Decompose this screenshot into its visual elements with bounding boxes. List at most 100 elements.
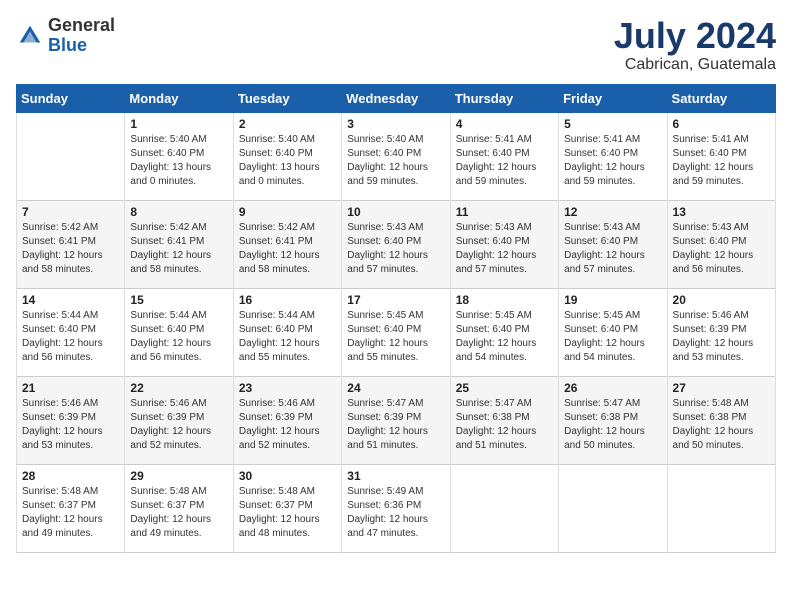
- day-info: Sunrise: 5:40 AMSunset: 6:40 PMDaylight:…: [239, 133, 336, 189]
- weekday-header: Saturday: [667, 84, 775, 112]
- day-info: Sunrise: 5:41 AMSunset: 6:40 PMDaylight:…: [673, 133, 770, 189]
- calendar-week-row: 14 Sunrise: 5:44 AMSunset: 6:40 PMDayligh…: [17, 288, 776, 376]
- day-number: 14: [22, 293, 119, 307]
- day-number: 18: [456, 293, 553, 307]
- calendar-cell: [667, 464, 775, 552]
- calendar-week-row: 28 Sunrise: 5:48 AMSunset: 6:37 PMDayligh…: [17, 464, 776, 552]
- day-number: 28: [22, 469, 119, 483]
- calendar-cell: 12 Sunrise: 5:43 AMSunset: 6:40 PMDayligh…: [559, 200, 667, 288]
- day-info: Sunrise: 5:43 AMSunset: 6:40 PMDaylight:…: [564, 221, 661, 277]
- day-info: Sunrise: 5:48 AMSunset: 6:37 PMDaylight:…: [239, 485, 336, 541]
- day-info: Sunrise: 5:41 AMSunset: 6:40 PMDaylight:…: [456, 133, 553, 189]
- weekday-header: Sunday: [17, 84, 125, 112]
- logo: General Blue: [16, 16, 115, 56]
- day-number: 4: [456, 117, 553, 131]
- day-info: Sunrise: 5:47 AMSunset: 6:39 PMDaylight:…: [347, 397, 444, 453]
- day-info: Sunrise: 5:47 AMSunset: 6:38 PMDaylight:…: [456, 397, 553, 453]
- day-number: 6: [673, 117, 770, 131]
- calendar-cell: 25 Sunrise: 5:47 AMSunset: 6:38 PMDayligh…: [450, 376, 558, 464]
- day-number: 29: [130, 469, 227, 483]
- calendar-cell: [450, 464, 558, 552]
- logo-text: General Blue: [48, 16, 115, 56]
- calendar-cell: 26Sunrise: 5:47 AMSunset: 6:38 PMDayligh…: [559, 376, 667, 464]
- day-number: 30: [239, 469, 336, 483]
- logo-icon: [16, 22, 44, 50]
- calendar-cell: 11 Sunrise: 5:43 AMSunset: 6:40 PMDayligh…: [450, 200, 558, 288]
- calendar-cell: 22 Sunrise: 5:46 AMSunset: 6:39 PMDayligh…: [125, 376, 233, 464]
- day-number: 20: [673, 293, 770, 307]
- calendar-week-row: 21 Sunrise: 5:46 AMSunset: 6:39 PMDayligh…: [17, 376, 776, 464]
- calendar-cell: 27 Sunrise: 5:48 AMSunset: 6:38 PMDayligh…: [667, 376, 775, 464]
- day-number: 24: [347, 381, 444, 395]
- day-info: Sunrise: 5:44 AMSunset: 6:40 PMDaylight:…: [130, 309, 227, 365]
- calendar-cell: 14 Sunrise: 5:44 AMSunset: 6:40 PMDayligh…: [17, 288, 125, 376]
- day-info: Sunrise: 5:41 AMSunset: 6:40 PMDaylight:…: [564, 133, 661, 189]
- day-number: 8: [130, 205, 227, 219]
- day-number: 10: [347, 205, 444, 219]
- weekday-header: Thursday: [450, 84, 558, 112]
- day-number: 3: [347, 117, 444, 131]
- day-info: Sunrise: 5:40 AMSunset: 6:40 PMDaylight:…: [347, 133, 444, 189]
- calendar-cell: 7 Sunrise: 5:42 AMSunset: 6:41 PMDaylight…: [17, 200, 125, 288]
- calendar-cell: 5Sunrise: 5:41 AMSunset: 6:40 PMDaylight…: [559, 112, 667, 200]
- day-number: 27: [673, 381, 770, 395]
- day-info: Sunrise: 5:42 AMSunset: 6:41 PMDaylight:…: [130, 221, 227, 277]
- calendar-week-row: 7 Sunrise: 5:42 AMSunset: 6:41 PMDaylight…: [17, 200, 776, 288]
- day-number: 13: [673, 205, 770, 219]
- calendar-cell: 2 Sunrise: 5:40 AMSunset: 6:40 PMDaylight…: [233, 112, 341, 200]
- calendar-cell: 18Sunrise: 5:45 AMSunset: 6:40 PMDayligh…: [450, 288, 558, 376]
- day-number: 15: [130, 293, 227, 307]
- calendar-cell: 10 Sunrise: 5:43 AMSunset: 6:40 PMDayligh…: [342, 200, 450, 288]
- calendar-cell: 1 Sunrise: 5:40 AMSunset: 6:40 PMDaylight…: [125, 112, 233, 200]
- day-number: 19: [564, 293, 661, 307]
- day-info: Sunrise: 5:46 AMSunset: 6:39 PMDaylight:…: [239, 397, 336, 453]
- calendar-cell: 19 Sunrise: 5:45 AMSunset: 6:40 PMDayligh…: [559, 288, 667, 376]
- day-info: Sunrise: 5:42 AMSunset: 6:41 PMDaylight:…: [22, 221, 119, 277]
- day-number: 26: [564, 381, 661, 395]
- day-number: 17: [347, 293, 444, 307]
- calendar-cell: 15 Sunrise: 5:44 AMSunset: 6:40 PMDayligh…: [125, 288, 233, 376]
- weekday-header: Wednesday: [342, 84, 450, 112]
- day-info: Sunrise: 5:44 AMSunset: 6:40 PMDaylight:…: [239, 309, 336, 365]
- day-info: Sunrise: 5:49 AMSunset: 6:36 PMDaylight:…: [347, 485, 444, 541]
- calendar-cell: [17, 112, 125, 200]
- day-number: 22: [130, 381, 227, 395]
- day-info: Sunrise: 5:42 AMSunset: 6:41 PMDaylight:…: [239, 221, 336, 277]
- day-number: 1: [130, 117, 227, 131]
- day-info: Sunrise: 5:45 AMSunset: 6:40 PMDaylight:…: [347, 309, 444, 365]
- day-number: 2: [239, 117, 336, 131]
- calendar-cell: 29Sunrise: 5:48 AMSunset: 6:37 PMDayligh…: [125, 464, 233, 552]
- day-info: Sunrise: 5:48 AMSunset: 6:37 PMDaylight:…: [22, 485, 119, 541]
- calendar-cell: 31 Sunrise: 5:49 AMSunset: 6:36 PMDayligh…: [342, 464, 450, 552]
- day-info: Sunrise: 5:40 AMSunset: 6:40 PMDaylight:…: [130, 133, 227, 189]
- day-number: 11: [456, 205, 553, 219]
- day-info: Sunrise: 5:46 AMSunset: 6:39 PMDaylight:…: [673, 309, 770, 365]
- day-number: 9: [239, 205, 336, 219]
- calendar-cell: 8 Sunrise: 5:42 AMSunset: 6:41 PMDaylight…: [125, 200, 233, 288]
- day-info: Sunrise: 5:45 AMSunset: 6:40 PMDaylight:…: [564, 309, 661, 365]
- calendar-cell: 28 Sunrise: 5:48 AMSunset: 6:37 PMDayligh…: [17, 464, 125, 552]
- day-number: 25: [456, 381, 553, 395]
- day-number: 12: [564, 205, 661, 219]
- calendar-cell: 16Sunrise: 5:44 AMSunset: 6:40 PMDayligh…: [233, 288, 341, 376]
- day-number: 21: [22, 381, 119, 395]
- calendar-cell: 6 Sunrise: 5:41 AMSunset: 6:40 PMDaylight…: [667, 112, 775, 200]
- day-number: 7: [22, 205, 119, 219]
- weekday-header: Monday: [125, 84, 233, 112]
- day-info: Sunrise: 5:43 AMSunset: 6:40 PMDaylight:…: [347, 221, 444, 277]
- calendar-cell: 23 Sunrise: 5:46 AMSunset: 6:39 PMDayligh…: [233, 376, 341, 464]
- day-number: 31: [347, 469, 444, 483]
- page-header: General Blue July 2024 Cabrican, Guatema…: [16, 16, 776, 74]
- logo-general: General: [48, 15, 115, 35]
- calendar-cell: 21Sunrise: 5:46 AMSunset: 6:39 PMDayligh…: [17, 376, 125, 464]
- title-block: July 2024 Cabrican, Guatemala: [614, 16, 776, 74]
- day-info: Sunrise: 5:43 AMSunset: 6:40 PMDaylight:…: [456, 221, 553, 277]
- day-info: Sunrise: 5:46 AMSunset: 6:39 PMDaylight:…: [130, 397, 227, 453]
- calendar-cell: 13Sunrise: 5:43 AMSunset: 6:40 PMDayligh…: [667, 200, 775, 288]
- calendar-cell: 17 Sunrise: 5:45 AMSunset: 6:40 PMDayligh…: [342, 288, 450, 376]
- day-info: Sunrise: 5:48 AMSunset: 6:38 PMDaylight:…: [673, 397, 770, 453]
- calendar-table: SundayMondayTuesdayWednesdayThursdayFrid…: [16, 84, 776, 553]
- day-info: Sunrise: 5:44 AMSunset: 6:40 PMDaylight:…: [22, 309, 119, 365]
- day-number: 23: [239, 381, 336, 395]
- weekday-header: Friday: [559, 84, 667, 112]
